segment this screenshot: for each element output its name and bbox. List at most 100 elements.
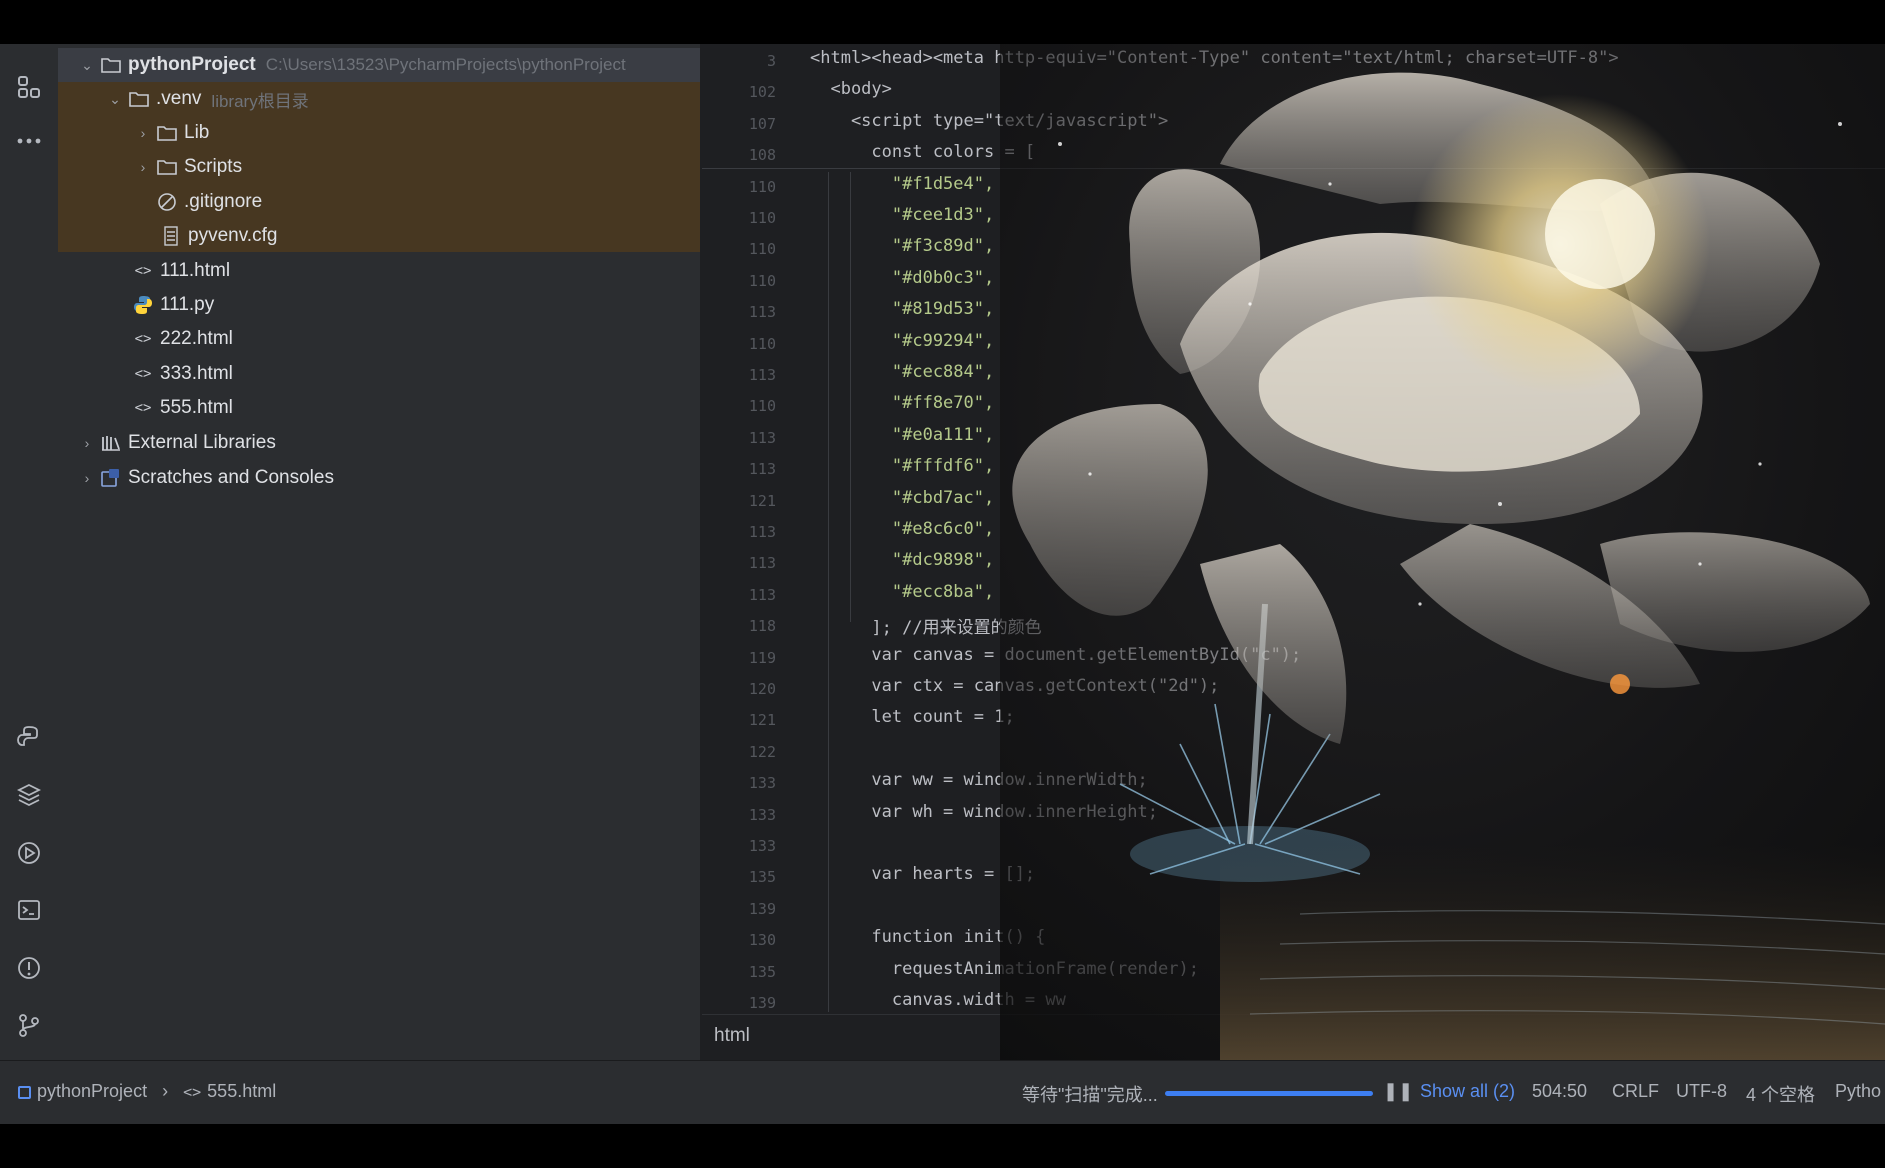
background-task: 等待"扫描"完成... [1022,1085,1158,1105]
tree-item-file[interactable]: <> 333.html [58,357,700,391]
code-line[interactable]: const colors = [ [810,142,1035,162]
tree-item-venv[interactable]: ⌄ .venv library根目录 [58,82,700,116]
root-path: C:\Users\13523\PycharmProjects\pythonPro… [265,55,626,74]
editor-breadcrumb[interactable]: html [702,1014,1885,1060]
code-line[interactable]: "#d0b0c3", [810,268,994,288]
line-number: 130 [748,931,776,950]
code-line[interactable]: var wh = window.innerHeight; [810,802,1158,822]
file-encoding[interactable]: UTF-8 [1676,1081,1727,1102]
problems-icon[interactable] [14,953,44,983]
code-line[interactable]: "#ff8e70", [810,393,994,413]
code-line[interactable]: "#f3c89d", [810,236,994,256]
line-number: 120 [748,680,776,698]
line-number: 110 [748,334,776,353]
chevron-down-icon[interactable]: ⌄ [78,57,96,74]
line-number: 113 [748,303,776,322]
folder-icon [156,156,178,178]
chevron-right-icon: › [162,1081,169,1101]
code-line[interactable]: "#c99294", [810,331,994,351]
crumb-root[interactable]: pythonProject [37,1081,147,1101]
chevron-down-icon[interactable]: ⌄ [106,91,124,108]
terminal-icon[interactable] [14,895,44,925]
ide-window: ⌄ pythonProject C:\Users\13523\PycharmPr… [0,44,1885,1124]
file-label: 555.html [160,397,233,418]
chevron-right-icon[interactable]: › [78,435,96,451]
line-number: 110 [748,240,776,259]
tree-item-lib[interactable]: › Lib [58,116,700,150]
code-editor[interactable]: 3 102 107 108 110 110 110 110 113 110 113 110 113 113… [702,44,1885,1060]
code-line[interactable]: "#819d53", [810,299,994,319]
code-line[interactable]: ]; //用来设置的颜色 [810,613,1041,638]
code-line[interactable]: <html><head><meta http-equiv="Content-Ty… [810,48,1619,68]
code-line[interactable]: "#dc9898", [810,550,994,570]
line-number: 110 [748,209,776,227]
tree-item-pyvenv[interactable]: pyvenv.cfg [58,219,700,253]
code-line[interactable]: "#e8c6c0", [810,519,994,539]
tree-item-file[interactable]: <> 222.html [58,322,700,356]
scratches-label: Scratches and Consoles [128,467,334,488]
html-file-icon: <> [183,1083,202,1101]
line-number: 113 [748,428,776,447]
tree-item-root[interactable]: ⌄ pythonProject C:\Users\13523\PycharmPr… [58,48,700,82]
code-line[interactable]: requestAnimationFrame(render); [810,959,1199,979]
code-line[interactable]: var hearts = []; [810,864,1035,884]
code-line[interactable]: "#ecc8ba", [810,582,994,602]
tree-item-scratches[interactable]: › Scratches and Consoles [58,461,700,495]
code-line[interactable]: "#cec884", [810,362,994,382]
code-line[interactable]: var canvas = document.getElementById("c"… [810,645,1301,665]
code-line[interactable]: <body> [810,79,891,99]
structure-icon[interactable] [14,72,44,102]
indent-setting[interactable]: 4 个空格 [1746,1081,1815,1107]
venv-label: .venv [156,88,202,109]
chevron-right-icon[interactable]: › [78,470,96,486]
layers-icon[interactable] [14,780,44,810]
code-line[interactable]: "#fffdf6", [810,456,994,476]
file-label: 333.html [160,363,233,384]
chevron-right-icon[interactable]: › [134,125,152,141]
config-file-icon [160,225,182,247]
tree-item-gitignore[interactable]: .gitignore [58,185,700,219]
code-line[interactable]: "#e0a111", [810,425,994,445]
scripts-label: Scripts [184,156,243,177]
code-line[interactable]: let count = 1; [810,707,1014,727]
breadcrumb-html[interactable]: html [714,1025,750,1047]
crumb-file[interactable]: 555.html [207,1081,276,1101]
code-line[interactable]: "#cee1d3", [810,205,994,225]
tree-item-external-libraries[interactable]: › External Libraries [58,426,700,460]
root-label: pythonProject [128,54,256,75]
tree-item-scripts[interactable]: › Scripts [58,150,700,184]
tool-window-strip [0,44,59,1060]
code-line[interactable]: <script type="text/javascript"> [810,111,1168,131]
code-line[interactable]: var ctx = canvas.getContext("2d"); [810,676,1219,696]
run-icon[interactable] [14,838,44,868]
line-number: 113 [748,460,776,479]
html-file-icon: <> [134,366,152,382]
line-number: 107 [748,114,776,133]
show-all-link[interactable]: Show all (2) [1420,1081,1515,1102]
line-number: 133 [748,805,776,824]
line-number: 110 [748,397,776,416]
code-line[interactable]: "#cbd7ac", [810,488,994,508]
code-line[interactable]: function init() { [810,927,1045,947]
tree-item-file[interactable]: <> 111.html [58,254,700,288]
html-file-icon: <> [134,400,152,416]
tree-item-file[interactable]: <> 555.html [58,391,700,425]
lib-label: Lib [184,122,210,143]
tree-item-file[interactable]: 111.py [58,288,700,322]
indent-guide [828,172,829,1012]
interpreter[interactable]: Pytho [1835,1081,1881,1102]
status-breadcrumb[interactable]: pythonProject › <> 555.html [18,1081,276,1102]
pause-icon[interactable]: ❚❚ [1383,1081,1413,1102]
code-line[interactable]: "#f1d5e4", [810,174,994,194]
code-line[interactable]: canvas.width = ww [810,990,1066,1010]
caret-position[interactable]: 504:50 [1532,1081,1587,1102]
chevron-right-icon[interactable]: › [134,159,152,175]
line-number: 121 [748,711,776,730]
line-number: 122 [748,742,776,761]
code-line[interactable]: var ww = window.innerWidth; [810,770,1147,790]
git-icon[interactable] [14,1010,44,1040]
line-number: 3 [766,52,776,70]
more-icon[interactable] [14,126,44,156]
python-console-icon[interactable] [14,722,44,752]
line-separator[interactable]: CRLF [1612,1081,1659,1102]
